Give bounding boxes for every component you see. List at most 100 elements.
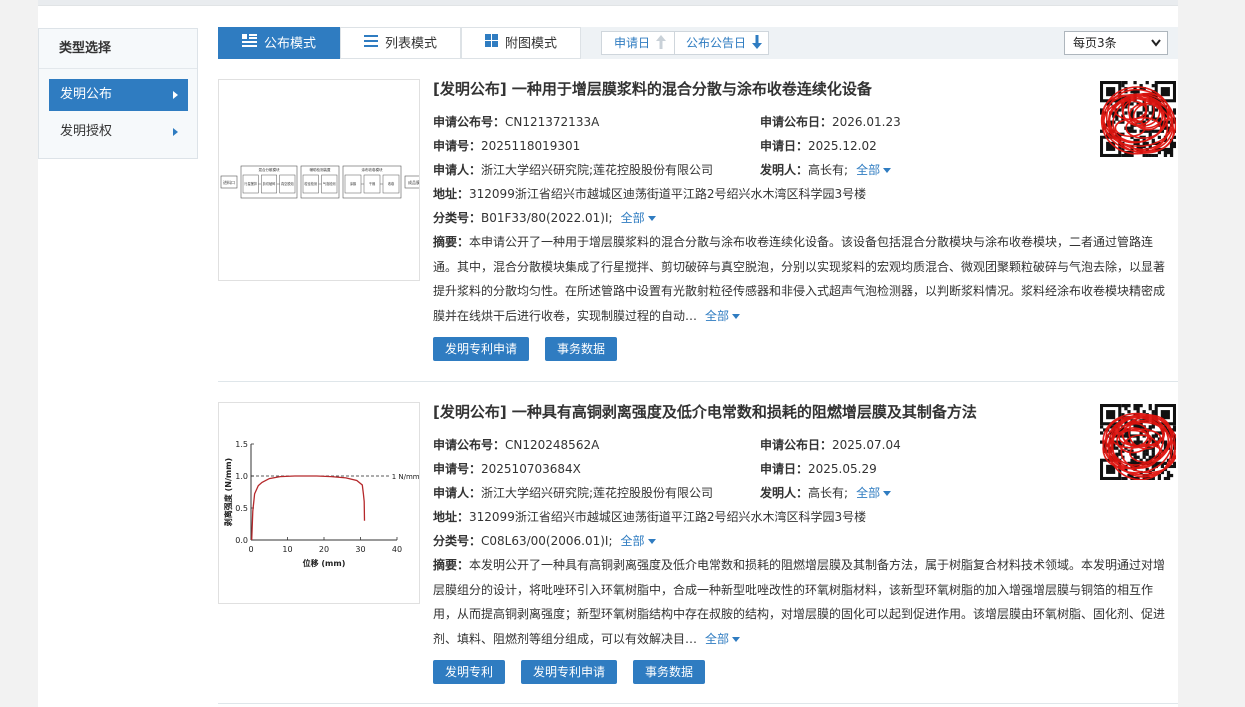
qr-module	[1100, 425, 1104, 429]
qr-module	[1169, 473, 1174, 478]
qr-module	[1136, 404, 1140, 408]
transaction-data-button[interactable]: 事务数据	[633, 660, 706, 684]
diagram-block-label: 收卷	[388, 181, 395, 186]
qr-module	[1100, 431, 1104, 435]
app-date-field: 申请日：2025.05.29	[760, 462, 877, 476]
expand-abstract-link[interactable]: 全部	[705, 632, 741, 646]
qr-code-image	[1100, 81, 1177, 158]
sort-divider	[674, 32, 675, 54]
qr-module	[1142, 452, 1146, 456]
expand-ipc-link[interactable]: 全部	[621, 534, 656, 548]
qr-module	[1151, 410, 1155, 414]
qr-module	[1124, 111, 1128, 115]
expand-inventors-link[interactable]: 全部	[856, 486, 892, 500]
ipc-field: 分类号：B01F33/80(2022.01)I; 全部	[433, 209, 656, 226]
qr-module	[1142, 153, 1146, 158]
caret-down-icon	[883, 168, 892, 173]
pub-no-field: 申请公布号：CN121372133A	[433, 115, 600, 129]
qr-module	[1133, 90, 1137, 94]
qr-module	[1121, 404, 1125, 408]
qr-module	[1166, 470, 1171, 475]
caret-down-icon	[647, 216, 656, 221]
invention-application-button[interactable]: 发明专利申请	[433, 337, 530, 361]
qr-module	[1169, 150, 1174, 155]
qr-module	[1130, 126, 1134, 130]
qr-module	[1172, 464, 1177, 469]
qr-module	[1145, 153, 1149, 158]
qr-code[interactable]	[1100, 404, 1179, 481]
qr-module	[1148, 404, 1152, 408]
qr-module	[1154, 434, 1158, 438]
patent-thumbnail[interactable]: 进料口 混合分散模块 行星搅拌 剪切破碎 真空脱泡 辅助检测装置 粒径检测 气泡检测 涂布收卷模…	[218, 79, 424, 281]
qr-module	[1142, 410, 1146, 414]
sort-by-publication-date[interactable]: 公布公告日	[686, 32, 762, 54]
sidebar-item-label: 发明公布	[60, 87, 113, 102]
diagram-module-title: 混合分散模块	[259, 167, 280, 172]
process-diagram: 进料口 混合分散模块行星搅拌 剪切破碎 真空脱泡 辅助检测装置粒径检测 气泡检测 涂布收卷模…	[220, 165, 424, 199]
record-title[interactable]: [发明公布] 一种用于增层膜浆料的混合分散与涂布收卷连续化设备	[433, 78, 872, 99]
invention-patent-button[interactable]: 发明专利	[433, 660, 506, 684]
applicant-field: 申请人：浙江大学绍兴研究院;莲花控股股份有限公司	[433, 163, 714, 177]
sort-by-application-date[interactable]: 申请日	[614, 32, 666, 54]
qr-module	[1127, 126, 1131, 130]
qr-module	[1148, 425, 1152, 429]
qr-module	[1151, 449, 1155, 453]
qr-module	[1115, 446, 1119, 450]
qr-code[interactable]	[1100, 81, 1177, 158]
qr-module	[1148, 407, 1152, 411]
x-tick-label: 30	[355, 545, 365, 554]
expand-inventors-link[interactable]: 全部	[856, 163, 892, 177]
diagram-module-title: 辅助检测装置	[310, 167, 331, 172]
invention-application-button[interactable]: 发明专利申请	[521, 660, 618, 684]
qr-module	[1124, 153, 1128, 158]
chevron-right-icon	[173, 128, 178, 136]
record-divider	[218, 703, 1178, 704]
chevron-down-icon	[1151, 39, 1161, 47]
tab-publication-mode[interactable]: 公布模式	[218, 27, 340, 59]
arrow-down-icon	[751, 35, 762, 49]
expand-abstract-link[interactable]: 全部	[705, 309, 741, 323]
app-no-field: 申请号：2025118019301	[433, 139, 581, 153]
top-strip	[38, 0, 1178, 6]
sort-control: 申请日 公布公告日	[601, 31, 769, 55]
qr-module	[1169, 144, 1174, 149]
tab-label: 附图模式	[504, 36, 557, 52]
sort-label: 申请日	[614, 36, 651, 50]
tab-list-mode[interactable]: 列表模式	[340, 27, 461, 59]
reference-label: 1 N/mm	[392, 473, 419, 481]
record-title[interactable]: [发明公布] 一种具有高铜剥离强度及低介电常数和损耗的阻燃增层膜及其制备方法	[433, 401, 977, 422]
qr-module	[1127, 153, 1131, 158]
qr-module	[1148, 455, 1152, 459]
transaction-data-button[interactable]: 事务数据	[545, 337, 618, 361]
per-page-select[interactable]: 每页3条	[1064, 31, 1168, 55]
pub-date-field: 申请公布日：2026.01.23	[760, 115, 901, 129]
record-item: 进料口 混合分散模块 行星搅拌 剪切破碎 真空脱泡 辅助检测装置 粒径检测 气泡检测 涂布收卷模…	[218, 78, 1178, 368]
tab-figure-mode[interactable]: 附图模式	[461, 27, 581, 59]
qr-module	[1121, 81, 1125, 85]
qr-module	[1163, 476, 1168, 481]
qr-module	[1151, 425, 1155, 429]
sidebar-item-invention-publication[interactable]: 发明公布	[49, 79, 188, 111]
caret-down-icon	[647, 539, 656, 544]
per-page-value: 每页3条	[1073, 36, 1117, 50]
qr-module	[1172, 144, 1177, 149]
scrollbar-track[interactable]	[1209, 0, 1245, 707]
grid-icon	[484, 28, 498, 60]
qr-module	[1145, 81, 1149, 85]
expand-ipc-link[interactable]: 全部	[621, 211, 656, 225]
qr-module	[1139, 440, 1143, 444]
patent-thumbnail[interactable]: 0 10 20 30 40 0.0 0.5 1.0 1.5 1 N/mm 位移 (mm) 剥离强度 (…	[218, 402, 420, 604]
qr-module	[1163, 153, 1168, 158]
qr-module	[1133, 81, 1137, 85]
x-tick-label: 10	[282, 545, 292, 554]
qr-module	[1124, 404, 1128, 408]
app-no-field: 申请号：202510703684X	[433, 462, 581, 476]
sidebar-item-invention-grant[interactable]: 发明授权	[49, 116, 188, 148]
list-detail-icon	[241, 28, 257, 60]
qr-module	[1166, 473, 1171, 478]
address-field: 地址：312099浙江省绍兴市越城区迪荡街道平江路2号绍兴水木湾区科学园3号楼	[433, 187, 867, 201]
y-tick-label: 0.0	[235, 536, 248, 545]
qr-module	[1166, 476, 1171, 481]
qr-module	[1166, 150, 1171, 155]
app-date-field: 申请日：2025.12.02	[760, 139, 877, 153]
